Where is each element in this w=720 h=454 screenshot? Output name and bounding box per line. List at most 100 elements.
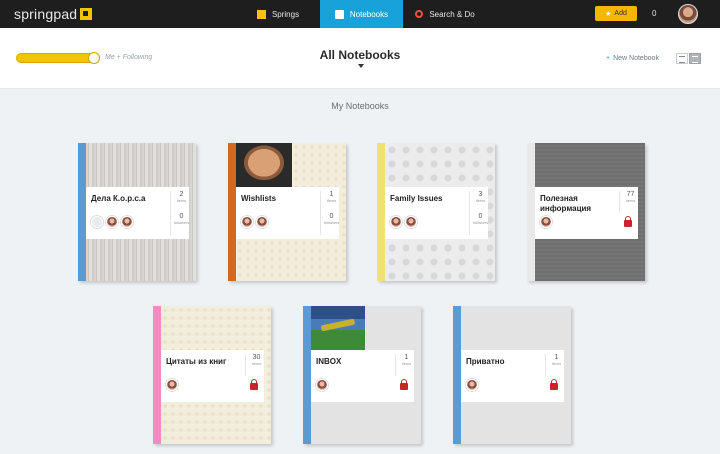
items-value: 30 xyxy=(252,354,261,361)
add-button[interactable]: ★ Add xyxy=(595,6,637,21)
avatar[interactable] xyxy=(256,216,268,228)
notebook-name: INBOX xyxy=(316,357,342,366)
list-view-icon[interactable] xyxy=(676,53,688,64)
items-value: 2 xyxy=(179,191,184,198)
logo-mark-icon xyxy=(80,8,93,20)
items-value: 1 xyxy=(404,354,409,361)
items-value: 3 xyxy=(478,191,483,198)
avatar[interactable] xyxy=(241,216,253,228)
followers-value: 0 xyxy=(179,213,184,220)
followers-count: 0 followers xyxy=(320,213,342,235)
notebook-card[interactable]: Дела К.о.р.с.а 2 items 0 followers xyxy=(78,143,196,281)
search-icon xyxy=(415,10,424,18)
items-count: 1 items xyxy=(395,354,417,376)
avatar[interactable] xyxy=(405,216,417,228)
grid-view-icon[interactable] xyxy=(689,53,701,64)
avatar[interactable] xyxy=(121,216,133,228)
notebook-name: Дела К.о.р.с.а xyxy=(91,194,146,203)
avatar[interactable] xyxy=(390,216,402,228)
notebook-card[interactable]: Wishlists 1 items 0 followers xyxy=(228,143,346,281)
avatar[interactable] xyxy=(106,216,118,228)
items-count: 2 items xyxy=(170,191,192,213)
notification-count[interactable]: 0 xyxy=(652,9,656,18)
followers-value: 0 xyxy=(478,213,483,220)
collaborator-avatars xyxy=(166,379,181,391)
notebook-spine xyxy=(153,306,161,444)
cover-photo xyxy=(311,306,365,350)
tab-notebooks-label: Notebooks xyxy=(349,9,389,19)
items-count: 77 items xyxy=(619,191,641,213)
followers-value: 0 xyxy=(329,213,334,220)
star-icon: ★ xyxy=(605,10,612,18)
collaborator-avatars xyxy=(540,216,555,228)
items-unit: items xyxy=(326,198,337,203)
lock-icon xyxy=(624,216,632,227)
items-value: 77 xyxy=(626,191,635,198)
notebook-card[interactable]: Цитаты из книг 30 items xyxy=(153,306,271,444)
collaborator-avatars xyxy=(91,216,136,228)
notebook-spine xyxy=(228,143,236,281)
chevron-down-icon[interactable] xyxy=(358,64,364,68)
notebook-spine xyxy=(453,306,461,444)
tab-springs[interactable]: Springs xyxy=(236,0,320,28)
notebooks-header: Me + Following All Notebooks + New Notebo… xyxy=(0,28,720,89)
notebook-label: Приватно 1 items xyxy=(461,350,564,402)
notebook-label: Дела К.о.р.с.а 2 items 0 followers xyxy=(86,187,189,239)
notebook-card[interactable]: INBOX 1 items xyxy=(303,306,421,444)
top-bar: springpad Springs Notebooks Search & Do … xyxy=(0,0,720,28)
items-value: 1 xyxy=(329,191,334,198)
followers-count: 0 followers xyxy=(170,213,192,235)
items-count: 30 items xyxy=(245,354,267,376)
notebook-icon xyxy=(334,9,344,19)
items-unit: items xyxy=(251,361,262,366)
notebook-name: Family Issues xyxy=(390,194,443,203)
items-unit: items xyxy=(625,198,636,203)
collaborator-avatars xyxy=(316,379,331,391)
followers-unit: followers xyxy=(173,220,190,225)
notebook-card[interactable]: Полезная информация 77 items xyxy=(527,143,645,281)
springpad-logo[interactable]: springpad xyxy=(14,6,93,22)
section-heading: My Notebooks xyxy=(331,101,389,111)
collaborator-avatars xyxy=(241,216,271,228)
notebook-name: Цитаты из книг xyxy=(166,357,227,366)
followers-count: 0 followers xyxy=(469,213,491,235)
items-unit: items xyxy=(475,198,486,203)
collaborator-avatars xyxy=(390,216,420,228)
collaborator-avatars xyxy=(466,379,481,391)
tab-notebooks[interactable]: Notebooks xyxy=(320,0,403,28)
notebook-label: Wishlists 1 items 0 followers xyxy=(236,187,339,239)
lock-icon xyxy=(550,379,558,390)
logo-text: springpad xyxy=(14,6,78,22)
cover-photo xyxy=(236,143,292,187)
avatar[interactable] xyxy=(166,379,178,391)
notebook-name: Wishlists xyxy=(241,194,277,203)
avatar[interactable] xyxy=(540,216,552,228)
tab-search-label: Search & Do xyxy=(429,9,475,19)
notebook-card[interactable]: Приватно 1 items xyxy=(453,306,571,444)
avatar[interactable] xyxy=(466,379,478,391)
notebook-spine xyxy=(527,143,535,281)
items-unit: items xyxy=(401,361,412,366)
notebook-label: INBOX 1 items xyxy=(311,350,414,402)
notebook-name: Полезная информация xyxy=(540,194,592,213)
lock-icon xyxy=(250,379,258,390)
notebook-spine xyxy=(78,143,86,281)
user-avatar[interactable] xyxy=(678,4,698,24)
notebook-spine xyxy=(377,143,385,281)
avatar[interactable] xyxy=(316,379,328,391)
new-notebook-label: New Notebook xyxy=(613,55,660,62)
avatar[interactable] xyxy=(91,216,103,228)
notebook-card[interactable]: Family Issues 3 items 0 followers xyxy=(377,143,495,281)
new-notebook-link[interactable]: + New Notebook xyxy=(606,55,659,62)
add-button-label: Add xyxy=(614,10,627,17)
plus-icon: + xyxy=(606,55,611,62)
items-unit: items xyxy=(551,361,562,366)
notebook-spine xyxy=(303,306,311,444)
notebook-label: Полезная информация 77 items xyxy=(535,187,638,239)
lock-icon xyxy=(400,379,408,390)
followers-unit: followers xyxy=(323,220,340,225)
items-value: 1 xyxy=(554,354,559,361)
tab-search-do[interactable]: Search & Do xyxy=(403,0,487,28)
tab-springs-label: Springs xyxy=(271,9,300,19)
notebook-label: Цитаты из книг 30 items xyxy=(161,350,264,402)
